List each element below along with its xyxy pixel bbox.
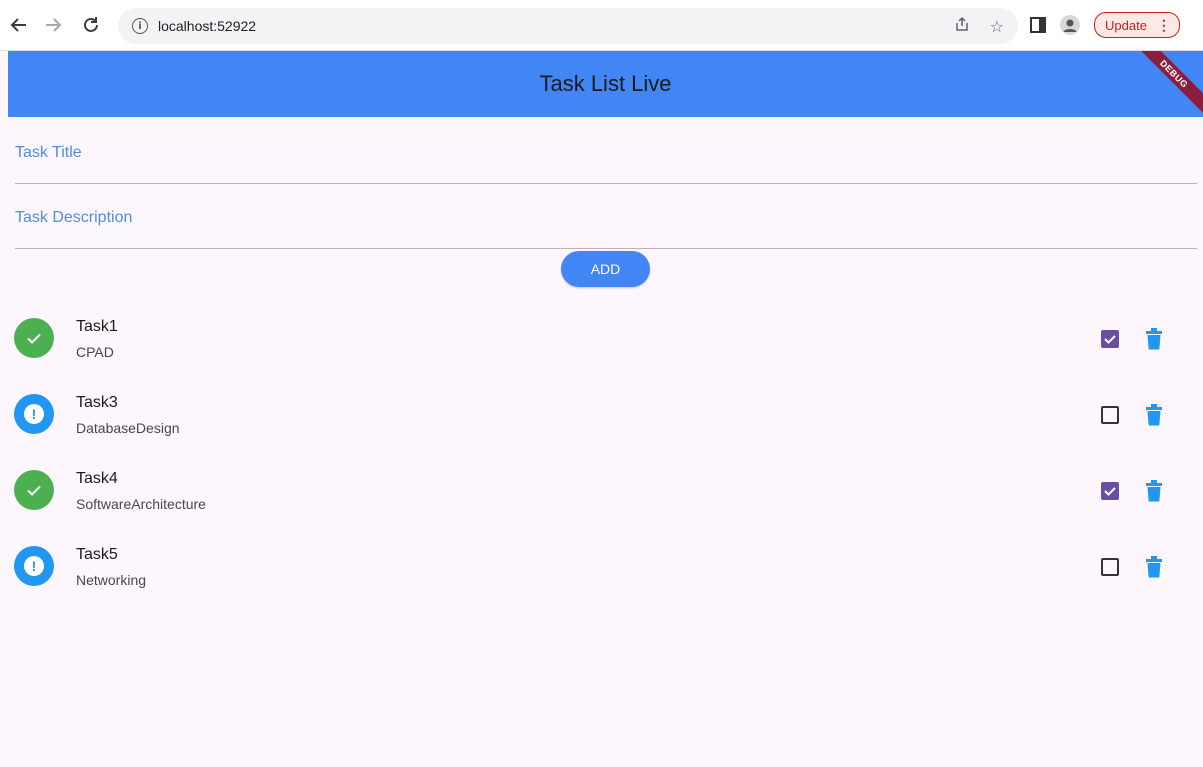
- page-title: Task List Live: [539, 71, 672, 96]
- update-label: Update: [1105, 17, 1147, 33]
- add-button[interactable]: ADD: [561, 251, 650, 287]
- trash-icon[interactable]: [1145, 328, 1163, 350]
- side-panel-icon[interactable]: [1030, 17, 1046, 33]
- list-item: ! Task3 DatabaseDesign: [0, 376, 1203, 452]
- reload-icon[interactable]: [78, 12, 104, 38]
- url-text: localhost:52922: [158, 18, 257, 34]
- task-title: Task3: [76, 394, 118, 411]
- trash-icon[interactable]: [1145, 404, 1163, 426]
- exclamation-circle-icon: !: [14, 546, 54, 586]
- trash-icon[interactable]: [1145, 556, 1163, 578]
- list-item: ! Task5 Networking: [0, 528, 1203, 604]
- browser-toolbar: i localhost:52922 ☆ Update ⋮: [0, 0, 1203, 51]
- list-item: Task4 SoftwareArchitecture: [0, 452, 1203, 528]
- task-description: DatabaseDesign: [76, 420, 180, 436]
- back-arrow-icon[interactable]: [6, 12, 32, 38]
- debug-banner: DEBUG: [1130, 51, 1203, 117]
- task-done-checkbox[interactable]: [1101, 558, 1119, 576]
- task-description: SoftwareArchitecture: [76, 496, 206, 512]
- more-menu-icon: ⋮: [1156, 16, 1171, 33]
- task-title-field[interactable]: Task Title: [15, 122, 1201, 185]
- task-done-checkbox[interactable]: [1101, 330, 1119, 348]
- task-description-input[interactable]: [15, 187, 1201, 250]
- task-description-field[interactable]: Task Description: [15, 187, 1201, 250]
- task-title: Task5: [76, 546, 118, 563]
- profile-avatar[interactable]: [1060, 15, 1080, 35]
- bookmark-star-icon[interactable]: ☆: [990, 17, 1004, 36]
- share-icon[interactable]: [954, 16, 970, 36]
- task-done-checkbox[interactable]: [1101, 482, 1119, 500]
- task-title: Task4: [76, 470, 118, 487]
- address-bar[interactable]: i localhost:52922 ☆: [118, 8, 1018, 44]
- check-circle-icon: [14, 470, 54, 510]
- info-icon[interactable]: i: [132, 18, 148, 34]
- update-button[interactable]: Update ⋮: [1094, 12, 1180, 38]
- task-title-input[interactable]: [15, 122, 1201, 185]
- task-description: CPAD: [76, 344, 114, 360]
- task-title: Task1: [76, 318, 118, 335]
- task-done-checkbox[interactable]: [1101, 406, 1119, 424]
- exclamation-circle-icon: !: [14, 394, 54, 434]
- app-bar: Task List Live DEBUG: [8, 51, 1203, 117]
- list-item: Task1 CPAD: [0, 300, 1203, 376]
- trash-icon[interactable]: [1145, 480, 1163, 502]
- check-circle-icon: [14, 318, 54, 358]
- forward-arrow-icon[interactable]: [40, 12, 66, 38]
- task-description: Networking: [76, 572, 147, 588]
